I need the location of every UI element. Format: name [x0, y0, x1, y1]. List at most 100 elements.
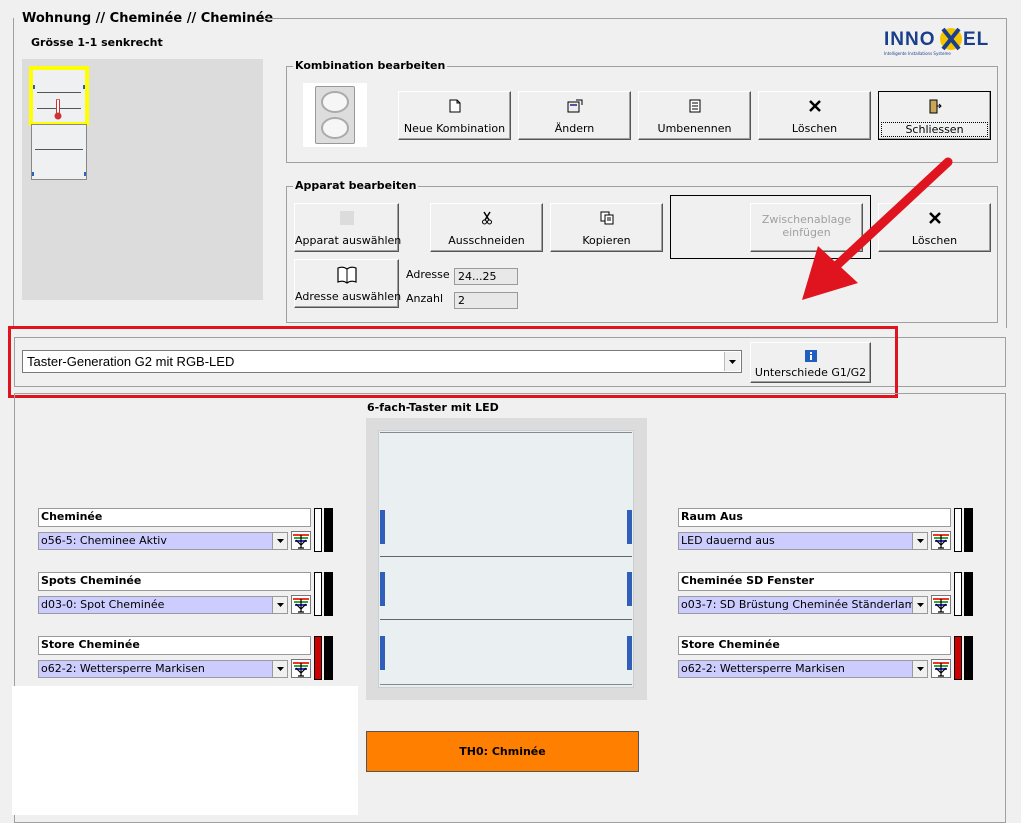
led-indicator: [380, 510, 385, 544]
edit-button[interactable]: Ändern: [518, 91, 631, 140]
led-color-swatch-top[interactable]: [314, 636, 322, 680]
channel-function-dropdown[interactable]: o56-5: Cheminee Aktiv: [38, 532, 288, 550]
scissors-icon: [431, 210, 542, 226]
logo-x-mark: [940, 26, 962, 52]
chevron-down-icon[interactable]: [912, 661, 927, 677]
device-name-button[interactable]: TH0: Chminée: [366, 731, 639, 772]
chevron-down-icon[interactable]: [272, 661, 287, 677]
channel-function-value: LED dauernd aus: [681, 534, 775, 547]
channel-function-dropdown[interactable]: d03-0: Spot Cheminée: [38, 596, 288, 614]
channel-function-value: o62-2: Wettersperre Markisen: [681, 662, 845, 675]
chevron-down-icon[interactable]: [724, 352, 740, 371]
rocker-middle[interactable]: [380, 558, 632, 620]
right-channel-1: Raum Aus LED dauernd aus: [678, 508, 978, 554]
select-device-button[interactable]: Apparat auswählen: [294, 203, 402, 252]
rgb-color-button[interactable]: [931, 595, 951, 614]
led-color-swatch-top[interactable]: [954, 508, 962, 552]
rgb-color-button[interactable]: [931, 659, 951, 678]
led-color-swatch-top[interactable]: [954, 636, 962, 680]
rgb-color-button[interactable]: [291, 659, 311, 678]
anzahl-field[interactable]: 2: [454, 292, 518, 309]
close-label: Schliessen: [881, 122, 988, 137]
selected-device-thumbnail[interactable]: [29, 66, 89, 126]
frame-outer: [315, 86, 355, 144]
select-device-label: Apparat auswählen: [295, 234, 402, 247]
rocker-top[interactable]: [380, 432, 632, 557]
led-color-swatch-top[interactable]: [314, 508, 322, 552]
device-placeholder-icon: [295, 210, 398, 226]
led-indicator: [627, 636, 632, 670]
chevron-down-icon[interactable]: [272, 533, 287, 549]
close-button[interactable]: Schliessen: [878, 91, 991, 140]
device-title: 6-fach-Taster mit LED: [367, 401, 499, 414]
left-channel-2: Spots Cheminée d03-0: Spot Cheminée: [38, 572, 338, 618]
edit-icon: [519, 98, 630, 114]
channel-name-input[interactable]: Store Cheminée: [678, 636, 951, 655]
logo-text-right: EL: [963, 29, 990, 50]
window-title: Wohnung // Cheminée // Cheminée: [22, 11, 274, 26]
generation-diff-label: Unterschiede G1/G2: [754, 366, 867, 379]
led-color-swatch-top[interactable]: [954, 572, 962, 616]
new-combination-button[interactable]: Neue Kombination: [398, 91, 511, 140]
size-subtitle: Grösse 1-1 senkrecht: [31, 36, 163, 49]
rgb-color-button[interactable]: [931, 531, 951, 550]
chevron-down-icon[interactable]: [272, 597, 287, 613]
led-color-swatch-bottom[interactable]: [324, 508, 333, 552]
chevron-down-icon[interactable]: [912, 533, 927, 549]
adresse-label: Adresse: [406, 268, 450, 281]
channel-name-input[interactable]: Store Cheminée: [38, 636, 311, 655]
led-color-swatch-top[interactable]: [314, 572, 322, 616]
cut-button[interactable]: Ausschneiden: [430, 203, 543, 252]
channel-name-input[interactable]: Cheminée: [38, 508, 311, 527]
left-channel-3: Store Cheminée o62-2: Wettersperre Marki…: [38, 636, 338, 682]
channel-function-value: o56-5: Cheminee Aktiv: [41, 534, 167, 547]
channel-function-dropdown[interactable]: o62-2: Wettersperre Markisen: [38, 660, 288, 678]
device-thumbnail[interactable]: [31, 124, 87, 180]
left-channel-1: Cheminée o56-5: Cheminee Aktiv: [38, 508, 338, 554]
select-address-button[interactable]: Adresse auswählen: [294, 259, 401, 308]
logo-text-left: INNO: [884, 29, 936, 50]
rgb-color-button[interactable]: [291, 595, 311, 614]
channel-name-input[interactable]: Spots Cheminée: [38, 572, 311, 591]
thumb-led: [83, 85, 85, 89]
thumb-line: [37, 92, 81, 93]
generation-dropdown[interactable]: Taster-Generation G2 mit RGB-LED: [22, 350, 742, 373]
chevron-down-icon[interactable]: [912, 597, 927, 613]
led-color-swatch-bottom[interactable]: [964, 636, 973, 680]
rename-button[interactable]: Umbenennen: [638, 91, 751, 140]
adresse-field[interactable]: 24...25: [454, 268, 518, 285]
led-color-swatch-bottom[interactable]: [964, 572, 973, 616]
led-color-swatch-bottom[interactable]: [324, 636, 333, 680]
rgb-color-button[interactable]: [291, 531, 311, 550]
thumb-led: [84, 172, 86, 176]
copy-icon: [551, 210, 662, 226]
copy-button[interactable]: Kopieren: [550, 203, 663, 252]
left-border-line: [13, 18, 14, 328]
channel-name-input[interactable]: Cheminée SD Fenster: [678, 572, 951, 591]
thumb-led: [33, 85, 35, 89]
channel-function-dropdown[interactable]: o03-7: SD Brüstung Cheminée Ständerlampe: [678, 596, 928, 614]
channel-name-input[interactable]: Raum Aus: [678, 508, 951, 527]
new-document-icon: [399, 98, 510, 114]
right-channel-2: Cheminée SD Fenster o03-7: SD Brüstung C…: [678, 572, 978, 618]
led-color-swatch-bottom[interactable]: [964, 508, 973, 552]
led-color-swatch-bottom[interactable]: [324, 572, 333, 616]
led-indicator: [380, 572, 385, 606]
delete-combination-button[interactable]: Löschen: [758, 91, 871, 140]
cut-label: Ausschneiden: [448, 234, 525, 247]
thermometer-icon: [54, 98, 62, 121]
channel-function-value: d03-0: Spot Cheminée: [41, 598, 165, 611]
channel-function-dropdown[interactable]: LED dauernd aus: [678, 532, 928, 550]
rocker-bottom[interactable]: [380, 621, 632, 685]
rename-icon: [639, 98, 750, 114]
thumb-line: [35, 149, 83, 150]
channel-function-dropdown[interactable]: o62-2: Wettersperre Markisen: [678, 660, 928, 678]
generation-diff-button[interactable]: Unterschiede G1/G2: [750, 342, 871, 383]
delete-x-icon: [759, 98, 870, 114]
blank-overlay: [12, 686, 358, 815]
channel-function-value: o62-2: Wettersperre Markisen: [41, 662, 205, 675]
kombination-group-title: Kombination bearbeiten: [293, 59, 448, 72]
device-frame: [366, 418, 647, 700]
frame-preview-image: [303, 83, 367, 147]
right-channel-3: Store Cheminée o62-2: Wettersperre Marki…: [678, 636, 978, 682]
